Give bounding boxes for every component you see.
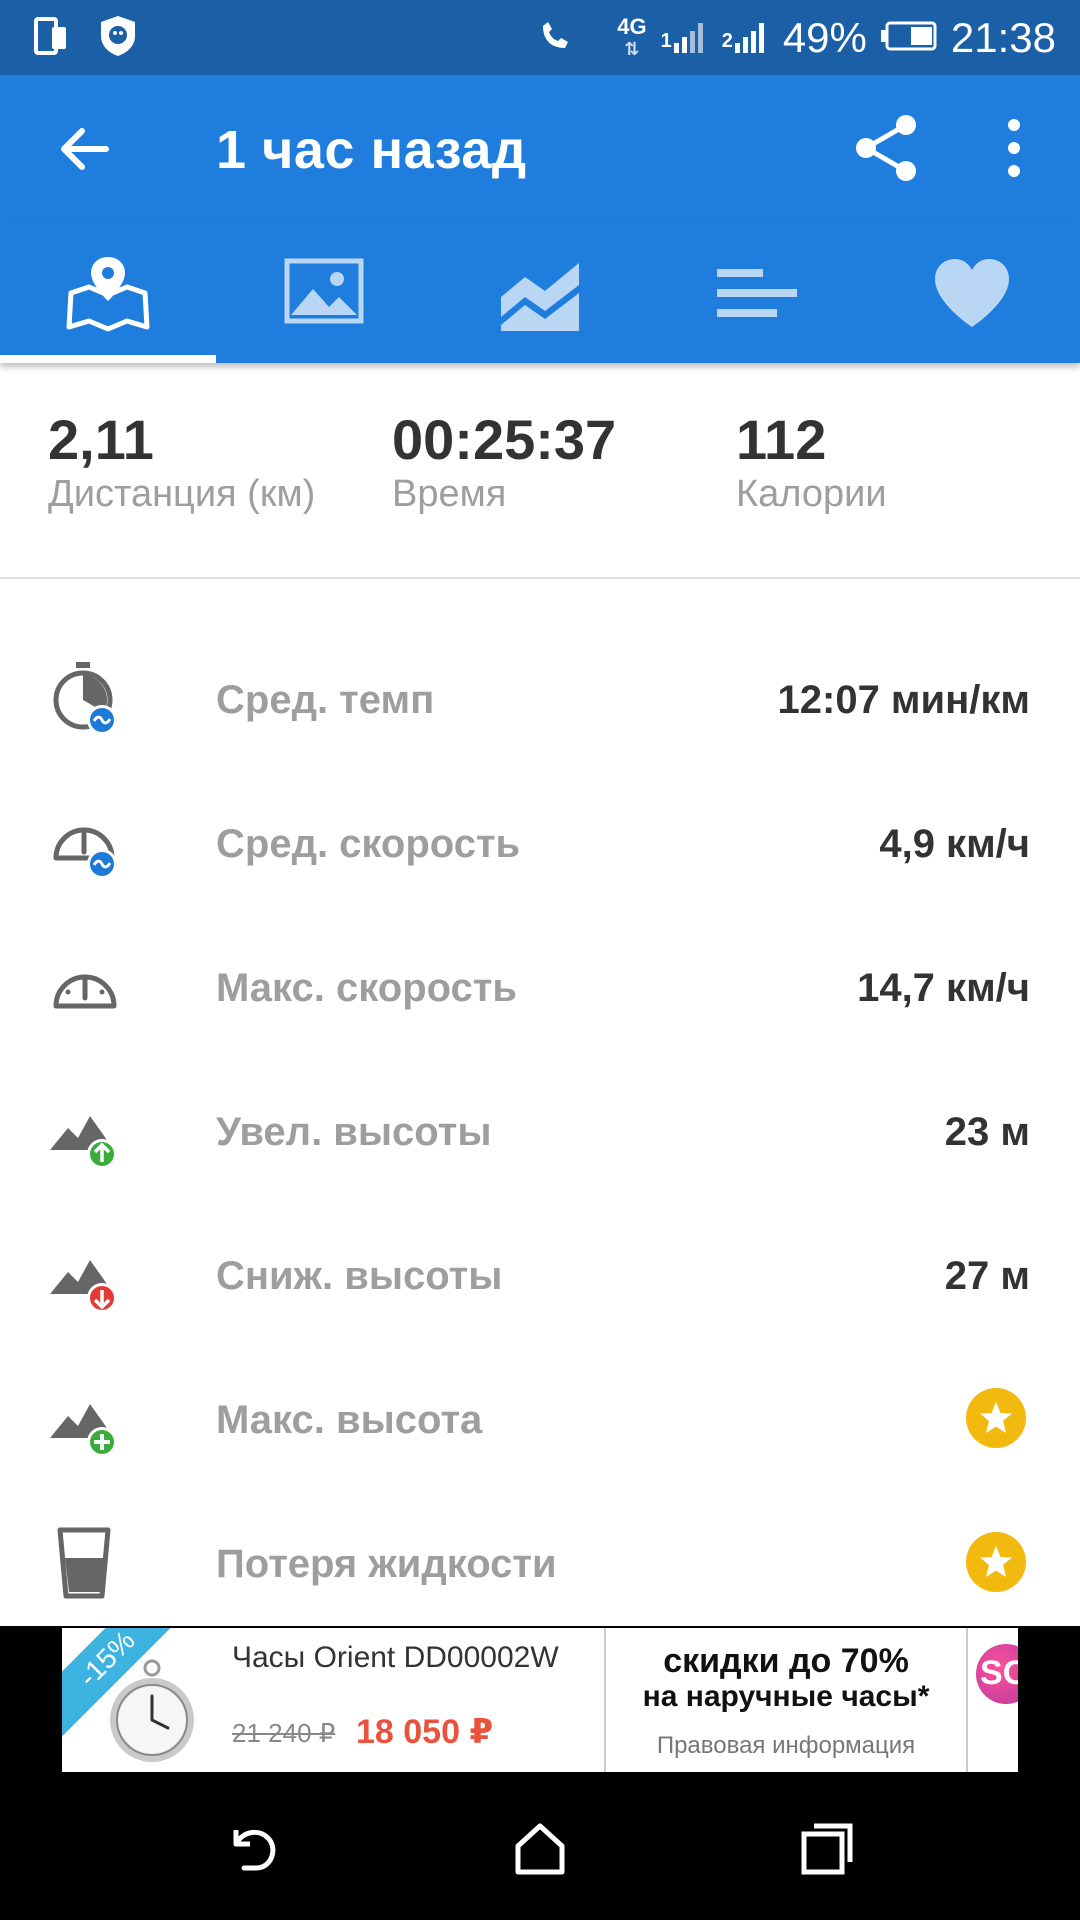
ad-new-price: 18 050 ₽ xyxy=(356,1713,494,1751)
tab-splits[interactable] xyxy=(648,223,864,363)
share-icon[interactable] xyxy=(852,113,922,183)
system-nav-bar xyxy=(0,1776,1080,1920)
nav-home-icon[interactable] xyxy=(510,1818,570,1878)
elevation-loss-icon xyxy=(48,1236,124,1316)
distance-summary: 2,11 Дистанция (км) xyxy=(48,409,315,516)
stat-value: 14,7 км/ч xyxy=(857,966,1030,1010)
calories-summary: 112 Калории xyxy=(736,409,887,516)
time-label: Время xyxy=(392,472,507,515)
back-arrow-icon[interactable] xyxy=(52,117,116,181)
map-pin-icon xyxy=(66,257,150,332)
stat-row-max-elevation[interactable]: Макс. высота xyxy=(0,1352,1080,1496)
time-summary: 00:25:37 Время xyxy=(392,409,616,516)
stat-row-max-speed[interactable]: Макс. скорость 14,7 км/ч xyxy=(0,920,1080,1064)
nav-recents-icon[interactable] xyxy=(798,1818,858,1878)
premium-star-icon[interactable] xyxy=(966,1532,1026,1592)
stat-label: Макс. скорость xyxy=(216,966,517,1010)
battery-percent: 49% xyxy=(782,14,867,61)
stat-label: Сред. темп xyxy=(216,678,435,722)
stat-value: 4,9 км/ч xyxy=(879,822,1030,866)
area-chart-icon xyxy=(501,263,579,331)
stat-value: 27 м xyxy=(944,1254,1030,1298)
clock: 21:38 xyxy=(950,14,1056,61)
ad-divider xyxy=(966,1628,968,1772)
status-bar: 4G ⇅ 1 2 49% 21:38 xyxy=(0,0,1080,75)
elevation-gain-icon xyxy=(48,1092,124,1172)
heart-icon xyxy=(935,259,1009,327)
time-value: 00:25:37 xyxy=(392,408,617,471)
calories-label: Калории xyxy=(736,472,887,515)
tab-charts[interactable] xyxy=(432,223,648,363)
stat-row-avg-speed[interactable]: Сред. скорость 4,9 км/ч xyxy=(0,776,1080,920)
tab-selected-indicator xyxy=(0,355,216,363)
stat-label: Сред. скорость xyxy=(216,822,521,866)
ad-brand-logo: SO xyxy=(976,1644,1018,1704)
tab-photos[interactable] xyxy=(216,223,432,363)
ad-banner: -15% Часы Orient DD00002W 21 240 ₽ 18 05… xyxy=(0,1626,1080,1776)
distance-value: 2,11 xyxy=(48,408,154,471)
page-title: 1 час назад xyxy=(216,120,527,180)
antivirus-shield-icon xyxy=(98,14,138,63)
stopwatch-avg-icon xyxy=(48,660,124,740)
stat-row-avg-pace[interactable]: Сред. темп 12:07 мин/км xyxy=(0,632,1080,776)
ad-promo-title: скидки до 70% xyxy=(663,1642,909,1680)
tab-heart[interactable] xyxy=(864,223,1080,363)
speedometer-icon xyxy=(48,948,124,1028)
signal-sim2-icon: 2 xyxy=(722,23,769,53)
network-type: 4G ⇅ xyxy=(617,14,647,60)
stat-label: Потеря жидкости xyxy=(216,1542,557,1586)
tab-map[interactable] xyxy=(0,223,216,363)
stat-label: Сниж. высоты xyxy=(216,1254,503,1298)
distance-label: Дистанция (км) xyxy=(48,472,316,515)
summary-panel: 2,11 Дистанция (км) 00:25:37 Время 112 К… xyxy=(0,363,1080,579)
stat-label: Увел. высоты xyxy=(216,1110,492,1154)
stat-row-elevation-loss[interactable]: Сниж. высоты 27 м xyxy=(0,1208,1080,1352)
app-bar: 1 час назад xyxy=(0,75,1080,223)
ad-promo-subtitle: на наручные часы* xyxy=(642,1680,930,1713)
stat-row-elevation-gain[interactable]: Увел. высоты 23 м xyxy=(0,1064,1080,1208)
more-vert-icon[interactable] xyxy=(996,115,1032,181)
image-icon xyxy=(284,258,364,324)
speedometer-avg-icon xyxy=(48,804,124,884)
wifi-calling-icon xyxy=(537,18,573,59)
ad-content[interactable]: -15% Часы Orient DD00002W 21 240 ₽ 18 05… xyxy=(62,1628,1018,1772)
tab-bar xyxy=(0,223,1080,363)
ad-legal-link[interactable]: Правовая информация xyxy=(606,1732,966,1760)
ad-old-price: 21 240 ₽ xyxy=(232,1718,336,1748)
bars-icon xyxy=(717,269,797,317)
battery-icon xyxy=(880,21,937,56)
stat-value: 12:07 мин/км xyxy=(777,678,1030,722)
ad-product-name: Часы Orient DD00002W xyxy=(232,1641,559,1674)
nav-back-icon[interactable] xyxy=(222,1818,282,1878)
stat-value: 23 м xyxy=(944,1110,1030,1154)
glass-icon xyxy=(48,1524,124,1604)
calories-value: 112 xyxy=(736,408,827,471)
elevation-max-icon xyxy=(48,1380,124,1460)
pocket-watch-image xyxy=(102,1658,202,1768)
stat-label: Макс. высота xyxy=(216,1398,483,1442)
signal-sim1-icon: 1 xyxy=(661,23,708,53)
premium-star-icon[interactable] xyxy=(966,1388,1026,1448)
stat-row-fluid-loss[interactable]: Потеря жидкости xyxy=(0,1496,1080,1640)
dual-screen-icon xyxy=(34,17,68,60)
